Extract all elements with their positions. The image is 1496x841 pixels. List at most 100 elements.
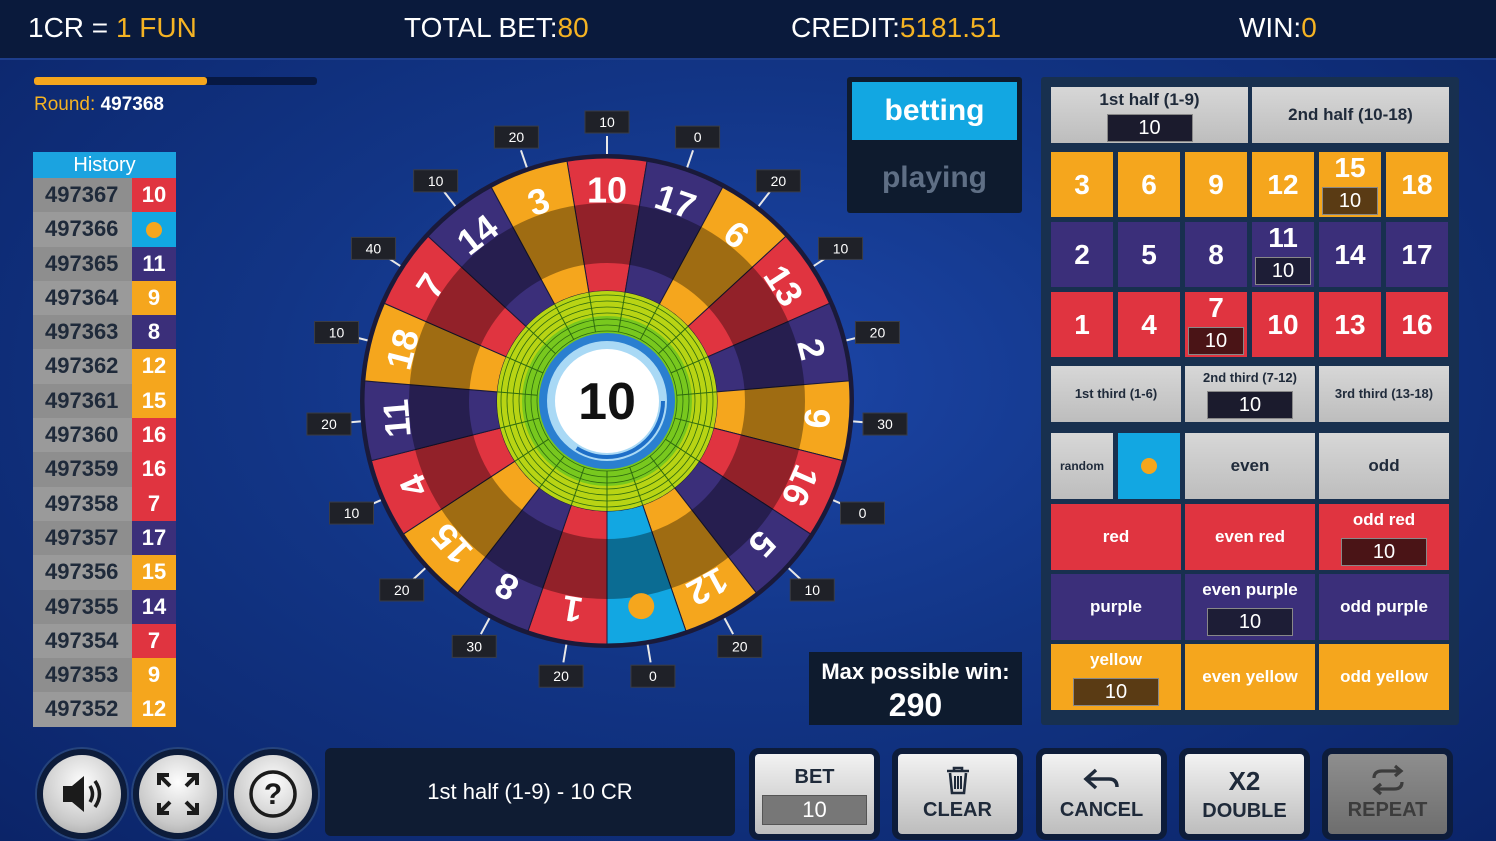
history-result: 15 <box>132 383 176 419</box>
bet-odd-yellow[interactable]: odd yellow <box>1319 644 1449 710</box>
odds-label: 10 <box>329 325 345 341</box>
odds-label: 0 <box>694 129 702 145</box>
history-round-id: 497354 <box>33 623 132 659</box>
win-value: 0 <box>1301 12 1317 43</box>
bet-number-9[interactable]: 9 <box>1185 152 1247 217</box>
repeat-icon <box>1371 764 1404 796</box>
yellow-chip: 10 <box>1073 678 1159 706</box>
bet-number-4[interactable]: 4 <box>1118 292 1180 357</box>
second-third-label: 2nd third (7-12) <box>1203 370 1297 385</box>
bet-number-3[interactable]: 3 <box>1051 152 1113 217</box>
max-win-panel: Max possible win: 290 <box>809 652 1022 725</box>
bet-button[interactable]: BET 10 <box>755 754 874 834</box>
bet-zero-dot[interactable] <box>1118 433 1180 499</box>
bet-even-purple[interactable]: even purple 10 <box>1185 574 1315 640</box>
bet-label: BET <box>794 766 835 788</box>
bet-number-7[interactable]: 7 10 <box>1185 292 1247 357</box>
history-row: 497356 15 <box>33 555 176 590</box>
history-result: 9 <box>132 280 176 316</box>
bet-number-10[interactable]: 10 <box>1252 292 1314 357</box>
history-result: 8 <box>132 315 176 350</box>
odds-label: 20 <box>553 668 569 684</box>
zero-dot-icon <box>1141 457 1157 474</box>
odds-tick <box>443 191 457 207</box>
odds-tick <box>520 150 528 168</box>
max-win-label: Max possible win: <box>821 659 1010 684</box>
odds-tick <box>723 617 735 635</box>
bet-second-third[interactable]: 2nd third (7-12) 10 <box>1185 366 1315 422</box>
bet-number-16[interactable]: 16 <box>1386 292 1448 357</box>
cancel-button[interactable]: CANCEL <box>1042 754 1161 834</box>
bet-info-display: 1st half (1-9) - 10 CR <box>325 748 735 836</box>
even-purple-chip: 10 <box>1207 608 1293 636</box>
bet-number-1[interactable]: 1 <box>1051 292 1113 357</box>
bet-even[interactable]: even <box>1185 433 1315 499</box>
clear-label: CLEAR <box>923 799 992 821</box>
history-round-id: 497355 <box>33 589 132 624</box>
history-row: 497363 8 <box>33 315 176 350</box>
first-half-chip: 10 <box>1106 114 1193 142</box>
bet-first-third[interactable]: 1st third (1-6) <box>1051 366 1181 422</box>
bet-first-half[interactable]: 1st half (1-9) 10 <box>1051 87 1248 143</box>
bet-number-13[interactable]: 13 <box>1319 292 1381 357</box>
help-button[interactable]: ? <box>228 749 318 839</box>
history-row: 497362 12 <box>33 349 176 384</box>
rate-label: 1CR = <box>28 12 109 43</box>
fullscreen-button[interactable] <box>133 749 223 839</box>
fullscreen-icon <box>157 773 199 815</box>
bet-number-15[interactable]: 15 10 <box>1319 152 1381 217</box>
odds-label: 10 <box>428 173 444 189</box>
bet-yellow[interactable]: yellow 10 <box>1051 644 1181 710</box>
bet-odd[interactable]: odd <box>1319 433 1449 499</box>
bet-third-third[interactable]: 3rd third (13-18) <box>1319 366 1449 422</box>
history-title: History <box>33 152 176 178</box>
top-bar: 1CR = 1 FUN TOTAL BET:80 CREDIT:5181.51 … <box>0 0 1496 60</box>
history-round-id: 497353 <box>33 658 132 693</box>
bet-purple[interactable]: purple <box>1051 574 1181 640</box>
wheel-segment-label: 10 <box>587 170 627 211</box>
yellow-label: yellow <box>1090 650 1142 669</box>
bet-number-18[interactable]: 18 <box>1386 152 1448 217</box>
bet-number-14[interactable]: 14 <box>1319 222 1381 287</box>
bet-odd-red[interactable]: odd red 10 <box>1319 504 1449 570</box>
bet-number-17[interactable]: 17 <box>1386 222 1448 287</box>
history-round-id: 497362 <box>33 349 132 384</box>
rate-value: 1 FUN <box>115 12 197 43</box>
double-label: DOUBLE <box>1202 800 1287 822</box>
bet-number-5[interactable]: 5 <box>1118 222 1180 287</box>
history-result: 11 <box>132 246 176 281</box>
credit: CREDIT:5181.51 <box>791 12 1001 44</box>
odds-label: 10 <box>344 505 360 521</box>
bet-amount: 10 <box>762 795 867 825</box>
sound-button[interactable] <box>37 749 127 839</box>
odds-label: 20 <box>771 173 787 189</box>
odds-label: 30 <box>466 638 482 654</box>
history-row: 497364 9 <box>33 280 176 316</box>
bet-number-11[interactable]: 11 10 <box>1252 222 1314 287</box>
bet-number-8[interactable]: 8 <box>1185 222 1247 287</box>
clear-button[interactable]: CLEAR <box>898 754 1017 834</box>
bet-number-2[interactable]: 2 <box>1051 222 1113 287</box>
bet-number-6[interactable]: 6 <box>1118 152 1180 217</box>
first-half-label: 1st half (1-9) <box>1099 90 1200 109</box>
bet-even-yellow[interactable]: even yellow <box>1185 644 1315 710</box>
number-7-label: 7 <box>1208 292 1224 323</box>
history-round-id: 497356 <box>33 555 132 590</box>
history-row: 497358 7 <box>33 486 176 521</box>
bet-even-red[interactable]: even red <box>1185 504 1315 570</box>
bet-second-half[interactable]: 2nd half (10-18) <box>1252 87 1449 143</box>
round-info: Round: 497368 <box>34 94 164 116</box>
bet-red[interactable]: red <box>1051 504 1181 570</box>
odds-tick <box>757 191 771 207</box>
history-result: 7 <box>132 486 176 521</box>
bet-random[interactable]: random <box>1051 433 1113 499</box>
history-round-id: 497358 <box>33 486 132 521</box>
bet-odd-purple[interactable]: odd purple <box>1319 574 1449 640</box>
credit-value: 5181.51 <box>899 12 1002 43</box>
double-button[interactable]: X2 DOUBLE <box>1185 754 1304 834</box>
history-result: 14 <box>132 589 176 624</box>
repeat-button[interactable]: REPEAT <box>1328 754 1447 834</box>
history-round-id: 497367 <box>33 178 132 213</box>
history-result: 7 <box>132 623 176 659</box>
bet-number-12[interactable]: 12 <box>1252 152 1314 217</box>
